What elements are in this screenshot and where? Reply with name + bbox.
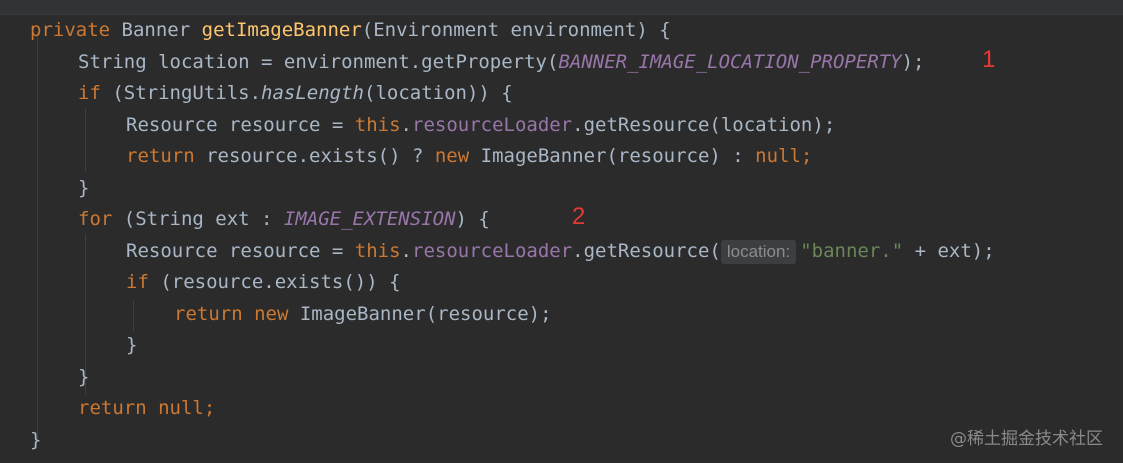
code-line-4: Resource resource = this.resourceLoader.… bbox=[126, 114, 836, 136]
code-line-10: return new ImageBanner(resource); bbox=[174, 303, 552, 325]
indent-guide bbox=[37, 32, 38, 440]
code-line-14: } bbox=[30, 429, 42, 451]
code-line-3: if (StringUtils.hasLength(location)) { bbox=[78, 82, 513, 104]
annotation-1: 1 bbox=[982, 46, 996, 73]
code-editor[interactable]: private Banner getImageBanner(Environmen… bbox=[0, 14, 1123, 463]
code-line-8: Resource resource = this.resourceLoader.… bbox=[126, 239, 995, 264]
code-line-5: return resource.exists() ? new ImageBann… bbox=[126, 145, 813, 167]
code-line-12: } bbox=[78, 366, 90, 388]
indent-guide bbox=[85, 108, 86, 172]
code-line-2: String location = environment.getPropert… bbox=[78, 51, 925, 73]
annotation-2: 2 bbox=[572, 203, 586, 230]
parameter-hint: location: bbox=[720, 239, 797, 264]
code-line-7: for (String ext : IMAGE_EXTENSION) { bbox=[78, 208, 490, 230]
code-line-9: if (resource.exists()) { bbox=[126, 271, 401, 293]
indent-guide bbox=[133, 300, 134, 332]
code-line-6: } bbox=[78, 177, 90, 199]
watermark: @稀土掘金技术社区 bbox=[950, 429, 1103, 449]
code-line-11: } bbox=[126, 334, 138, 356]
code-line-13: return null; bbox=[78, 397, 216, 419]
code-line-1: private Banner getImageBanner(Environmen… bbox=[30, 19, 671, 41]
editor-top-bar bbox=[0, 0, 1123, 15]
